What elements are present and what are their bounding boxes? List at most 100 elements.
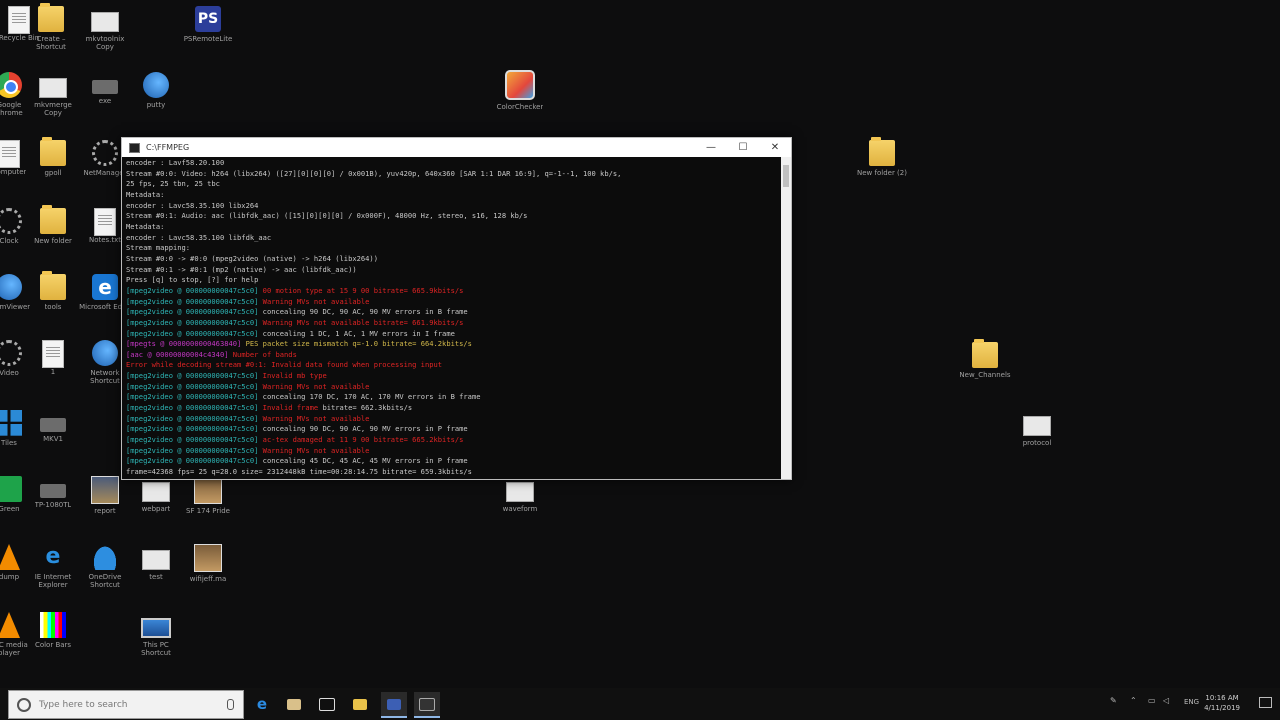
maximize-button[interactable]: ☐: [727, 142, 759, 153]
console-line: [mpeg2video @ 000000000047c5c0] Invalid …: [126, 403, 413, 413]
desktop-icon-sf[interactable]: SF 174 Pride: [181, 476, 235, 515]
taskbar-search[interactable]: Type here to search: [8, 690, 244, 719]
desktop-icon-waveform[interactable]: waveform: [493, 476, 547, 513]
console-line: [mpeg2video @ 000000000047c5c0] conceali…: [126, 328, 455, 338]
taskbar-clock[interactable]: 10:16 AM 4/11/2019: [1204, 693, 1240, 713]
desktop-icon-file1[interactable]: 1: [26, 340, 80, 376]
action-center-icon[interactable]: [1259, 697, 1272, 708]
desktop-icon-test[interactable]: test: [129, 544, 183, 581]
clock-date: 4/11/2019: [1204, 704, 1240, 712]
exe-icon: [92, 80, 118, 94]
console-titlebar[interactable]: C:\FFMPEG — ☐ ✕: [122, 138, 791, 157]
console-line: Stream #0:0: Video: h264 (libx264) ([27]…: [126, 168, 622, 178]
desktop-icon-label: TP-1080TL: [34, 501, 72, 509]
taskbar-explorer-icon[interactable]: [347, 692, 373, 716]
desktop-icon-label: waveform: [502, 505, 538, 513]
desktop-icon-ie[interactable]: e IE Internet Explorer: [26, 544, 80, 589]
desktop-icon-gpoll[interactable]: gpoll: [26, 137, 80, 177]
clock-time: 10:16 AM: [1205, 694, 1239, 702]
file1-icon: [42, 340, 64, 368]
desktop-icon-tools[interactable]: tools: [26, 271, 80, 311]
taskbar-app-icon[interactable]: [381, 692, 407, 718]
console-line: encoder : Lavf58.20.100: [126, 158, 225, 167]
chrome-icon: [0, 72, 22, 98]
taskbar-edge-icon[interactable]: e: [249, 692, 275, 716]
console-scrollbar[interactable]: [781, 157, 791, 479]
mkv2-icon: [39, 78, 67, 98]
gpoll-icon: [40, 137, 66, 166]
desktop-icon-newfolder1[interactable]: New folder (2): [855, 137, 909, 177]
comp-icon: [0, 140, 20, 168]
console-line: Stream #0:1: Audio: aac (libfdk_aac) ([1…: [126, 211, 528, 221]
colorbars-icon: [40, 612, 66, 638]
ps-icon: PS: [195, 6, 221, 32]
clock-icon: [0, 208, 22, 234]
tray-chevron-icon[interactable]: ⌃: [1130, 696, 1137, 705]
desktop-icon-label: dump: [0, 573, 20, 581]
desktop-icon-thispc[interactable]: This PC Shortcut: [129, 612, 183, 657]
desktop-icon-mkv2[interactable]: mkvmerge Copy: [26, 72, 80, 117]
desktop-icon-create[interactable]: Create – Shortcut: [24, 3, 78, 51]
putty-icon: [143, 72, 169, 98]
desktop-icon-putty[interactable]: putty: [129, 72, 183, 109]
microphone-icon[interactable]: [227, 699, 234, 710]
desktop-icon-colorapp[interactable]: ColorChecker: [493, 70, 547, 111]
desktop-icon-newfolder3[interactable]: New_Channels: [958, 339, 1012, 379]
desktop-icon-ps[interactable]: PS PSRemoteLite: [181, 6, 235, 43]
console-line: [mpeg2video @ 000000000047c5c0] Warning …: [126, 317, 464, 327]
dump-icon: [0, 544, 20, 570]
cam-icon: [40, 484, 66, 498]
desktop-icon-label: 1: [50, 368, 56, 376]
mkv3-icon: [40, 418, 66, 432]
console-window[interactable]: C:\FFMPEG — ☐ ✕ encoder : Lavf58.20.100 …: [121, 137, 792, 480]
close-button[interactable]: ✕: [759, 142, 791, 153]
language-indicator[interactable]: ENG: [1184, 698, 1199, 706]
desktop-icon-mkv1[interactable]: mkvtoolnix Copy: [78, 6, 132, 51]
desktop-icon-cam[interactable]: TP-1080TL: [26, 476, 80, 509]
desktop-icon-label: MKV1: [43, 435, 63, 443]
taskbar-mail-icon[interactable]: [314, 692, 340, 716]
scrollbar-thumb[interactable]: [783, 165, 789, 187]
network-icon[interactable]: ▭: [1148, 696, 1156, 705]
minimize-button[interactable]: —: [695, 142, 727, 153]
desktop-icon-label: test: [149, 573, 163, 581]
green-icon: [0, 476, 22, 502]
console-output[interactable]: encoder : Lavf58.20.100 Stream #0:0: Vid…: [122, 157, 781, 479]
console-line: [mpeg2video @ 000000000047c5c0] Warning …: [126, 296, 370, 306]
tools-icon: [40, 271, 66, 300]
console-line: [mpeg2video @ 000000000047c5c0] conceali…: [126, 456, 468, 466]
desktop-icon-label: Clock: [0, 237, 19, 245]
desktop-icon-label: protocol: [1022, 439, 1052, 447]
taskbar-store-icon[interactable]: [281, 692, 307, 716]
console-line: Press [q] to stop, [?] for help: [126, 275, 259, 285]
console-line: Stream #0:1 -> #0:1 (mp2 (native) -> aac…: [126, 264, 357, 274]
desktop-icon-wifijeff[interactable]: wifijeff.ma: [181, 544, 235, 583]
taskbar-console-icon[interactable]: [414, 692, 440, 718]
wifijeff-icon: [194, 544, 222, 572]
desktop-icon-label: gpoll: [44, 169, 62, 177]
desktop-icon-webpart[interactable]: webpart: [129, 476, 183, 513]
console-line: [mpeg2video @ 000000000047c5c0] conceali…: [126, 392, 481, 402]
volume-icon[interactable]: ◁: [1163, 696, 1169, 705]
desktop-icon-exe[interactable]: exe: [78, 72, 132, 105]
console-line: encoder : Lavc58.35.100 libx264: [126, 200, 259, 210]
video-icon: [0, 340, 22, 366]
desktop-icon-onedrive[interactable]: OneDrive Shortcut: [78, 544, 132, 589]
mkv1-icon: [91, 12, 119, 32]
pen-icon[interactable]: ✎: [1110, 696, 1117, 705]
notes-icon: [94, 208, 116, 236]
desktop-icon-colorbars[interactable]: Color Bars: [26, 612, 80, 649]
desktop-icon-label: wifijeff.ma: [189, 575, 227, 583]
desktop-icon-newfolder2[interactable]: New folder: [26, 205, 80, 245]
desktop-icon-label: OneDrive Shortcut: [88, 573, 122, 589]
search-placeholder: Type here to search: [39, 699, 128, 710]
desktop-icon-report[interactable]: report: [78, 476, 132, 515]
console-line: [mpeg2video @ 000000000047c5c0] Invalid …: [126, 371, 327, 381]
console-line: [mpeg2video @ 000000000047c5c0] Warning …: [126, 413, 370, 423]
console-line: [mpeg2video @ 000000000047c5c0] Warning …: [126, 445, 370, 455]
desktop-icon-tv[interactable]: protocol: [1010, 410, 1064, 447]
desktop-icon-label: Notes.txt: [88, 236, 122, 244]
desktop-icon-label: Color Bars: [34, 641, 72, 649]
desktop-icon-mkv3[interactable]: MKV1: [26, 410, 80, 443]
webpart-icon: [142, 482, 170, 502]
